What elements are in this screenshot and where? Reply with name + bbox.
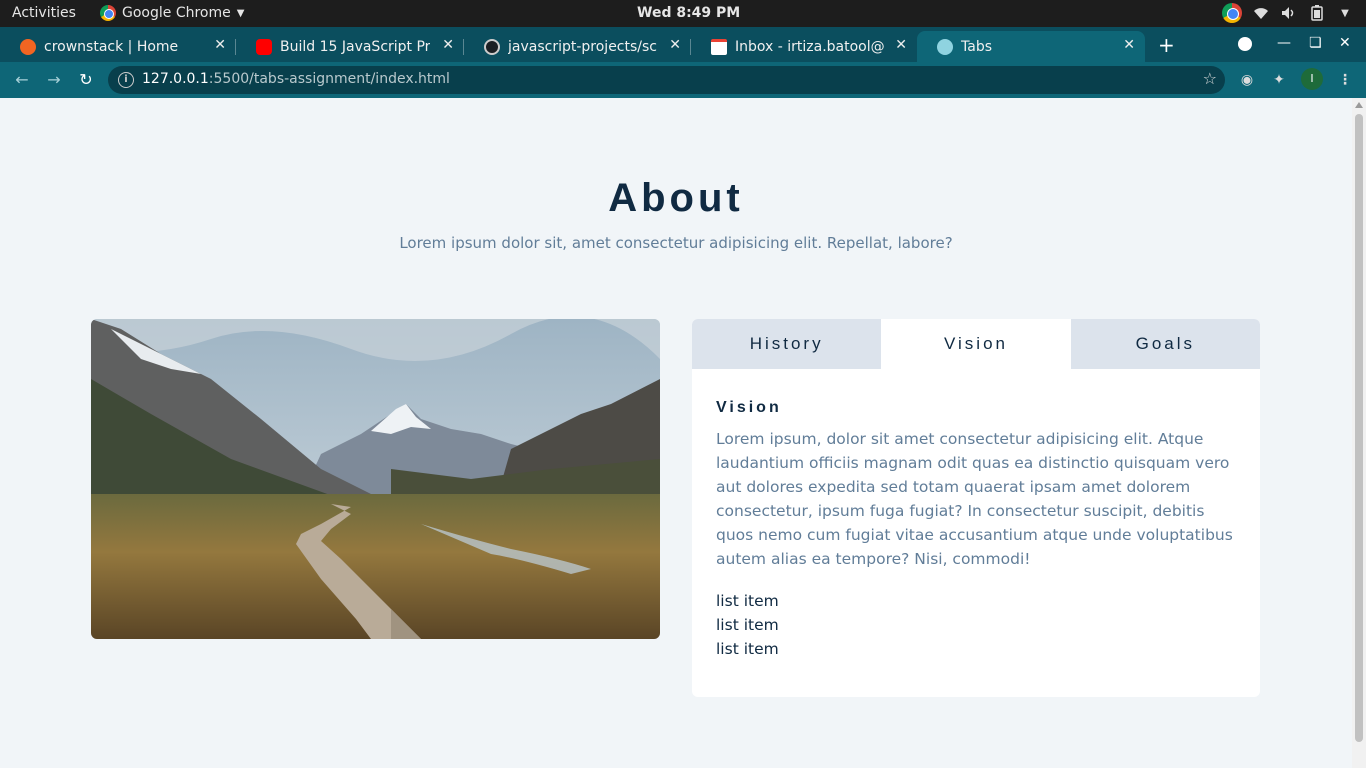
close-window-icon[interactable]: ✕ — [1339, 35, 1351, 51]
battery-icon[interactable] — [1308, 4, 1326, 22]
chrome-icon — [100, 5, 116, 21]
globe-icon — [937, 38, 953, 55]
tab-goals[interactable]: Goals — [1070, 319, 1260, 369]
system-tray[interactable]: ▼ — [1222, 3, 1354, 23]
tab-title: Build 15 JavaScript Proj — [280, 38, 430, 55]
page-scrollbar[interactable] — [1352, 98, 1366, 768]
close-icon[interactable]: ✕ — [214, 37, 226, 53]
close-icon[interactable]: ✕ — [1123, 37, 1135, 53]
chevron-down-icon: ▼ — [236, 7, 245, 19]
address-bar[interactable]: i 127.0.0.1:5500/tabs-assignment/index.h… — [108, 66, 1225, 94]
list-item: list item — [716, 616, 779, 634]
list-item: list item — [716, 592, 779, 610]
extensions-icon[interactable]: ✦ — [1269, 70, 1289, 90]
wifi-icon[interactable] — [1252, 4, 1270, 22]
tab-history[interactable]: History — [692, 319, 882, 369]
page-title: About — [608, 176, 744, 220]
volume-icon[interactable] — [1280, 4, 1298, 22]
browser-tab-youtube[interactable]: Build 15 JavaScript Proj ✕ — [236, 31, 464, 62]
url-path: :5500/tabs-assignment/index.html — [208, 71, 450, 87]
browser-toolbar: ← → ↻ i 127.0.0.1:5500/tabs-assignment/i… — [0, 62, 1366, 98]
scroll-up-arrow-icon[interactable] — [1355, 102, 1363, 108]
new-tab-button[interactable]: + — [1158, 33, 1175, 57]
app-menu[interactable]: Google Chrome ▼ — [100, 5, 244, 21]
browser-tab-github[interactable]: javascript-projects/scro ✕ — [464, 31, 691, 62]
crownstack-icon — [20, 38, 36, 55]
gmail-icon — [711, 38, 727, 55]
star-icon[interactable]: ☆ — [1203, 69, 1217, 88]
mountain-path-image — [91, 319, 660, 639]
web-page: About Lorem ipsum dolor sit, amet consec… — [0, 98, 1352, 768]
tab-title: Tabs — [961, 38, 992, 55]
tabs-card: History Vision Goals Vision Lorem ipsum,… — [692, 319, 1260, 697]
close-icon[interactable]: ✕ — [669, 37, 681, 53]
browser-tab-tabs[interactable]: Tabs ✕ — [917, 31, 1145, 62]
content-heading: Vision — [716, 399, 782, 416]
chevron-down-icon[interactable]: ▼ — [1336, 4, 1354, 22]
github-icon — [484, 38, 500, 55]
tab-content: Vision Lorem ipsum, dolor sit amet conse… — [692, 369, 1260, 661]
tab-vision[interactable]: Vision — [881, 319, 1071, 369]
profile-avatar[interactable]: I — [1301, 68, 1323, 90]
list-item: list item — [716, 640, 779, 658]
tab-bar: History Vision Goals — [692, 319, 1260, 369]
url-host: 127.0.0.1 — [142, 71, 209, 87]
minimize-icon[interactable]: — — [1277, 35, 1291, 51]
scrollbar-thumb[interactable] — [1355, 114, 1363, 742]
translate-icon[interactable]: ◉ — [1237, 70, 1257, 90]
browser-tab-gmail[interactable]: Inbox - irtiza.batool@cr ✕ — [691, 31, 917, 62]
back-icon[interactable]: ← — [11, 69, 33, 91]
restore-icon[interactable]: ❏ — [1309, 35, 1322, 51]
forward-icon[interactable]: → — [43, 69, 65, 91]
chrome-tray-icon[interactable] — [1222, 3, 1242, 23]
browser-tab-crownstack[interactable]: crownstack | Home ✕ — [0, 31, 236, 62]
content-list: list item list item list item — [716, 589, 1236, 661]
kebab-menu-icon[interactable]: ⋮ — [1335, 70, 1355, 90]
tab-title: javascript-projects/scro — [508, 38, 658, 55]
tab-search-icon[interactable] — [1238, 37, 1252, 51]
info-icon[interactable]: i — [118, 72, 134, 88]
browser-tab-strip: crownstack | Home ✕ Build 15 JavaScript … — [0, 27, 1366, 62]
content-paragraph: Lorem ipsum, dolor sit amet consectetur … — [716, 430, 1233, 568]
activities-button[interactable]: Activities — [12, 5, 76, 21]
close-icon[interactable]: ✕ — [895, 37, 907, 53]
clock[interactable]: Wed 8:49 PM — [637, 5, 740, 21]
reload-icon[interactable]: ↻ — [75, 69, 97, 91]
tab-title: Inbox - irtiza.batool@cr — [735, 38, 885, 55]
page-subtitle: Lorem ipsum dolor sit, amet consectetur … — [399, 234, 953, 252]
system-top-bar: Activities Google Chrome ▼ Wed 8:49 PM ▼ — [0, 0, 1366, 27]
youtube-icon — [256, 38, 272, 55]
tab-title: crownstack | Home — [44, 38, 179, 55]
app-name: Google Chrome — [122, 5, 231, 21]
close-icon[interactable]: ✕ — [442, 37, 454, 53]
